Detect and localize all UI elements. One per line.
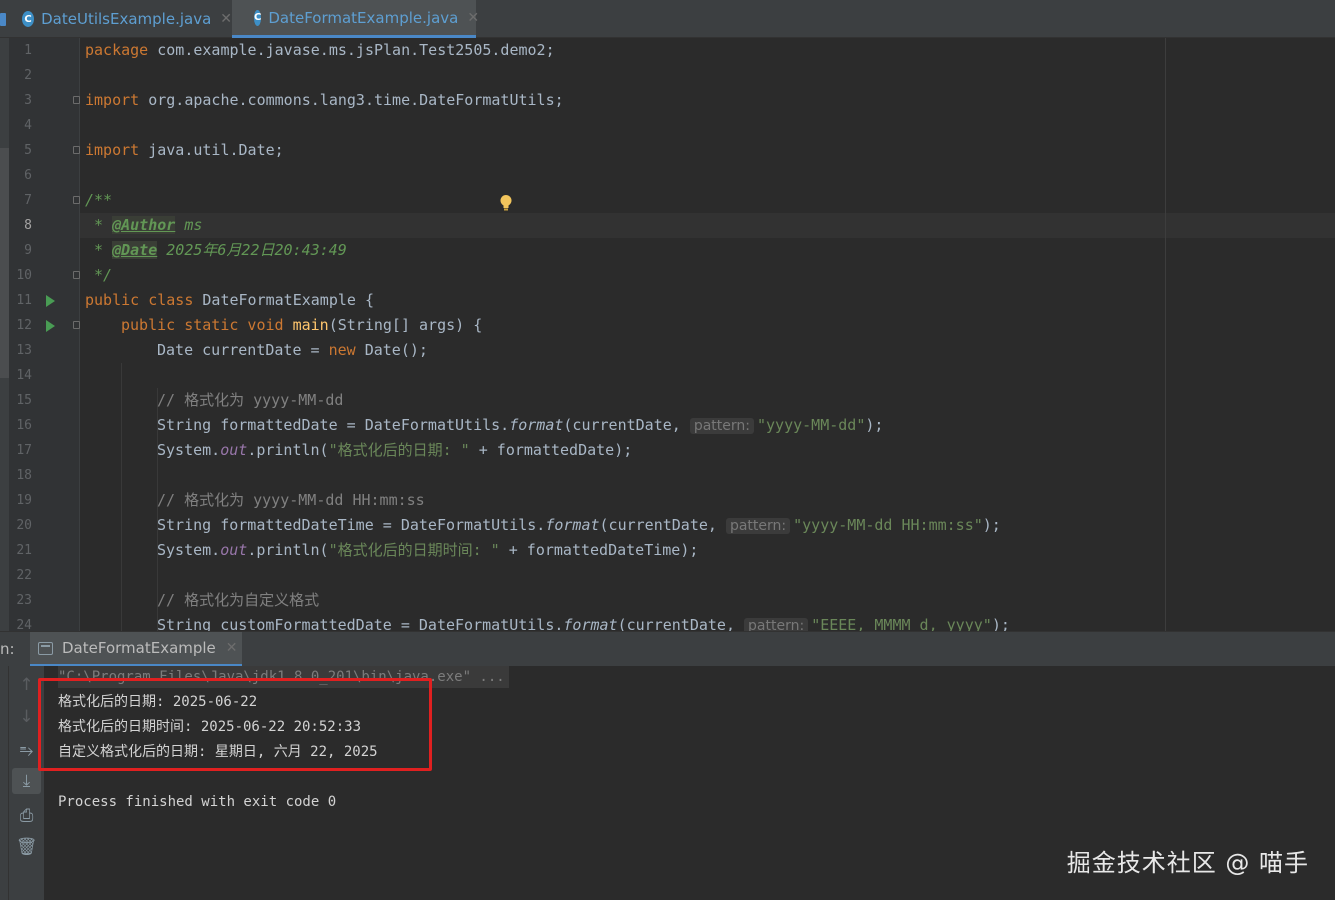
gutter-line: 2 [0,63,80,88]
line-number: 12 [16,318,32,333]
code-line-21: System.out.println("格式化后的日期时间: " + forma… [157,541,699,559]
run-tab-label: DateFormatExample [62,639,216,657]
code-line-1: package com.example.javase.ms.jsPlan.Tes… [85,41,555,59]
gutter-line: 17 [0,438,80,463]
run-tool-window-header: n: DateFormatExample ✕ [0,631,1335,667]
highlight-annotation-box [38,678,432,771]
line-number: 21 [16,543,32,558]
code-line-11: public class DateFormatExample { [85,291,374,309]
line-number: 2 [24,68,32,83]
code-line-7: /** [85,191,113,209]
editor-tab-bar: C DateUtilsExample.java ✕ C DateFormatEx… [0,0,1335,38]
line-number: 3 [24,93,32,108]
scroll-to-end-icon[interactable]: ⤓ [12,768,41,794]
left-tool-strip [0,666,9,900]
line-number: 23 [16,593,32,608]
line-number: 5 [24,143,32,158]
line-number: 20 [16,518,32,533]
line-number: 14 [16,368,32,383]
gutter-line: 13 [0,338,80,363]
right-margin-guide [1165,38,1166,631]
gutter-line: 21 [0,538,80,563]
code-line-17: System.out.println("格式化后的日期: " + formatt… [157,441,633,459]
gutter-line: 15 [0,388,80,413]
lightbulb-icon[interactable] [499,194,513,212]
tab-dateformatexample[interactable]: C DateFormatExample.java ✕ [232,0,479,38]
gutter-line: 16 [0,413,80,438]
code-line-19: // 格式化为 yyyy-MM-dd HH:mm:ss [157,491,425,509]
code-line-20: String formattedDateTime = DateFormatUti… [157,516,1001,534]
line-number: 10 [16,268,32,283]
line-number: 13 [16,343,32,358]
run-tab[interactable]: DateFormatExample ✕ [30,632,242,667]
code-line-15: // 格式化为 yyyy-MM-dd [157,391,344,409]
gutter-line: 11 [0,288,80,313]
code-line-10: */ [85,266,113,284]
code-line-13: Date currentDate = new Date(); [157,341,428,359]
gutter-line: 12 [0,313,80,338]
close-icon[interactable]: ✕ [226,640,238,656]
gutter-line: 19 [0,488,80,513]
line-number: 4 [24,118,32,133]
close-icon[interactable]: ✕ [467,10,479,26]
run-label: n: [0,640,15,658]
console-icon [38,641,53,655]
java-class-icon: C [22,11,35,27]
gutter-line: 14 [0,363,80,388]
line-number: 8 [24,218,32,233]
console-exit-message: Process finished with exit code 0 [58,794,337,810]
parameter-hint: pattern: [689,418,754,434]
watermark: 掘金技术社区 @ 喵手 [1066,849,1309,877]
tab-label: DateUtilsExample.java [41,10,212,28]
gutter-line: 24 [0,613,80,631]
line-number: 6 [24,168,32,183]
code-line-24: String customFormattedDate = DateFormatU… [157,613,1010,631]
code-line-3: import org.apache.commons.lang3.time.Dat… [85,91,564,109]
trash-icon[interactable]: 🗑 [9,834,44,860]
code-line-5: import java.util.Date; [85,141,284,159]
line-number: 17 [16,443,32,458]
line-number: 11 [16,293,32,308]
gutter-line: 3 [0,88,80,113]
current-line-highlight [80,213,1335,238]
gutter-line: 6 [0,163,80,188]
parameter-hint: pattern: [725,518,791,534]
tab-dateutilsexample[interactable]: C DateUtilsExample.java ✕ [0,0,232,38]
gutter-line: 9 [0,238,80,263]
code-line-23: // 格式化为自定义格式 [157,591,320,609]
code-line-9: * @Date 2025年6月22日20:43:49 [85,241,347,259]
gutter-line: 8 [0,213,80,238]
line-number: 1 [24,43,32,58]
gutter-line: 5 [0,138,80,163]
line-number: 9 [24,243,32,258]
gutter-line: 1 [0,38,80,63]
line-number: 7 [24,193,32,208]
gutter-line: 22 [0,563,80,588]
line-number: 16 [16,418,32,433]
gutter-line: 20 [0,513,80,538]
print-icon[interactable]: ⎙ [9,803,44,829]
java-class-icon: C [254,9,262,26]
code-editor[interactable]: package com.example.javase.ms.jsPlan.Tes… [0,38,1335,631]
gutter-line: 23 [0,588,80,613]
line-number: 24 [16,618,32,631]
code-line-8: * @Author ms [85,216,203,234]
gutter-line: 18 [0,463,80,488]
line-number: 19 [16,493,32,508]
gutter-line: 4 [0,113,80,138]
indent-guide [121,363,122,631]
close-icon[interactable]: ✕ [220,11,232,27]
gutter-line: 7 [0,188,80,213]
line-number: 22 [16,568,32,583]
tab-label: DateFormatExample.java [268,8,459,27]
gutter-line: 10 [0,263,80,288]
code-line-16: String formattedDate = DateFormatUtils.f… [157,416,884,434]
line-number: 15 [16,393,32,408]
parameter-hint: pattern: [744,618,809,631]
line-number: 18 [16,468,32,483]
code-line-12: public static void main(String[] args) { [121,316,483,334]
